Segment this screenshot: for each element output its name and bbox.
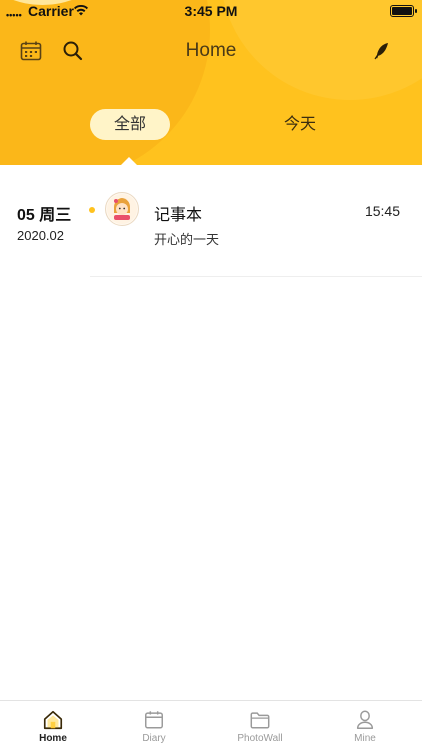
divider (90, 276, 422, 277)
clock: 3:45 PM (184, 3, 238, 19)
feather-icon[interactable] (370, 39, 394, 63)
entry-year-month: 2020.02 (17, 228, 64, 243)
decor-circle (0, 0, 210, 165)
tabbar-mine-label: Mine (354, 733, 376, 744)
tabbar-mine[interactable]: Mine (312, 701, 418, 751)
page-title: Home (185, 40, 237, 61)
battery-icon (390, 5, 417, 17)
tab-indicator (121, 157, 137, 165)
tabbar-diary[interactable]: Diary (101, 701, 207, 751)
person-icon (356, 710, 374, 729)
tabbar-home-label: Home (39, 733, 67, 744)
diary-list: 05 周三 2020.02 记事本 15:45 开心的一天 (0, 165, 422, 700)
diary-icon (145, 711, 163, 729)
tabbar-photowall-label: PhotoWall (237, 733, 283, 744)
tabbar-photowall[interactable]: PhotoWall (207, 701, 313, 751)
entry-title[interactable]: 记事本 (154, 201, 202, 225)
entry-day: 05 周三 (17, 207, 72, 224)
tab-bar: Home Diary PhotoWall Mine (0, 700, 422, 751)
tabbar-home[interactable]: Home (0, 701, 106, 751)
entry-subtitle: 开心的一天 (154, 232, 220, 247)
status-bar: ••••• Carrier 3:45 PM (0, 0, 422, 22)
tab-today[interactable]: 今天 (260, 109, 340, 140)
tab-all[interactable]: 全部 (90, 109, 170, 140)
home-icon (43, 710, 63, 730)
folder-icon (250, 712, 270, 729)
tabbar-diary-label: Diary (142, 733, 166, 744)
header: ••••• Carrier 3:45 PM Home 全部 今天 (0, 0, 422, 165)
timeline-dot (89, 207, 95, 213)
entry-time: 15:45 (364, 203, 400, 219)
avatar[interactable] (105, 192, 139, 226)
